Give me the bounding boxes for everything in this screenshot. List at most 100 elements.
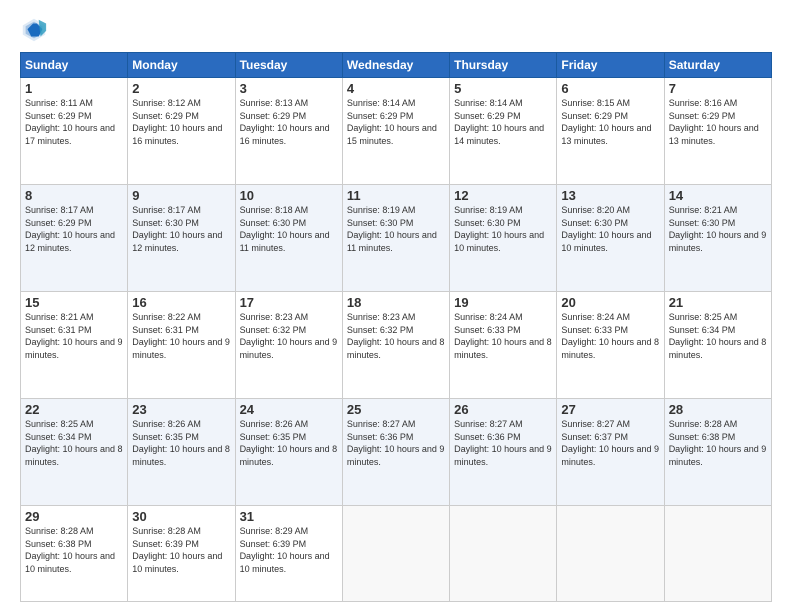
calendar-cell: 4Sunrise: 8:14 AMSunset: 6:29 PMDaylight… (342, 78, 449, 185)
weekday-header-thursday: Thursday (450, 53, 557, 78)
calendar-cell: 5Sunrise: 8:14 AMSunset: 6:29 PMDaylight… (450, 78, 557, 185)
weekday-header-tuesday: Tuesday (235, 53, 342, 78)
calendar-cell: 23Sunrise: 8:26 AMSunset: 6:35 PMDayligh… (128, 399, 235, 506)
day-number: 31 (240, 509, 338, 524)
day-number: 28 (669, 402, 767, 417)
day-number: 24 (240, 402, 338, 417)
day-info: Sunrise: 8:13 AMSunset: 6:29 PMDaylight:… (240, 97, 338, 147)
day-info: Sunrise: 8:23 AMSunset: 6:32 PMDaylight:… (347, 311, 445, 361)
calendar-cell: 18Sunrise: 8:23 AMSunset: 6:32 PMDayligh… (342, 292, 449, 399)
day-info: Sunrise: 8:22 AMSunset: 6:31 PMDaylight:… (132, 311, 230, 361)
week-row-3: 15Sunrise: 8:21 AMSunset: 6:31 PMDayligh… (21, 292, 772, 399)
day-info: Sunrise: 8:26 AMSunset: 6:35 PMDaylight:… (240, 418, 338, 468)
day-number: 25 (347, 402, 445, 417)
day-number: 13 (561, 188, 659, 203)
calendar-cell: 2Sunrise: 8:12 AMSunset: 6:29 PMDaylight… (128, 78, 235, 185)
day-number: 5 (454, 81, 552, 96)
calendar-cell: 10Sunrise: 8:18 AMSunset: 6:30 PMDayligh… (235, 185, 342, 292)
day-info: Sunrise: 8:17 AMSunset: 6:30 PMDaylight:… (132, 204, 230, 254)
calendar-table: SundayMondayTuesdayWednesdayThursdayFrid… (20, 52, 772, 602)
day-number: 23 (132, 402, 230, 417)
calendar-cell: 12Sunrise: 8:19 AMSunset: 6:30 PMDayligh… (450, 185, 557, 292)
day-info: Sunrise: 8:27 AMSunset: 6:37 PMDaylight:… (561, 418, 659, 468)
calendar-cell: 21Sunrise: 8:25 AMSunset: 6:34 PMDayligh… (664, 292, 771, 399)
header (20, 16, 772, 44)
day-info: Sunrise: 8:15 AMSunset: 6:29 PMDaylight:… (561, 97, 659, 147)
day-number: 10 (240, 188, 338, 203)
day-info: Sunrise: 8:25 AMSunset: 6:34 PMDaylight:… (25, 418, 123, 468)
calendar-cell: 11Sunrise: 8:19 AMSunset: 6:30 PMDayligh… (342, 185, 449, 292)
day-info: Sunrise: 8:24 AMSunset: 6:33 PMDaylight:… (561, 311, 659, 361)
day-info: Sunrise: 8:24 AMSunset: 6:33 PMDaylight:… (454, 311, 552, 361)
calendar-cell: 7Sunrise: 8:16 AMSunset: 6:29 PMDaylight… (664, 78, 771, 185)
calendar-cell (557, 506, 664, 602)
logo (20, 16, 52, 44)
day-info: Sunrise: 8:17 AMSunset: 6:29 PMDaylight:… (25, 204, 123, 254)
day-info: Sunrise: 8:12 AMSunset: 6:29 PMDaylight:… (132, 97, 230, 147)
day-info: Sunrise: 8:25 AMSunset: 6:34 PMDaylight:… (669, 311, 767, 361)
day-number: 17 (240, 295, 338, 310)
day-number: 29 (25, 509, 123, 524)
calendar-cell: 30Sunrise: 8:28 AMSunset: 6:39 PMDayligh… (128, 506, 235, 602)
calendar-cell: 13Sunrise: 8:20 AMSunset: 6:30 PMDayligh… (557, 185, 664, 292)
day-info: Sunrise: 8:16 AMSunset: 6:29 PMDaylight:… (669, 97, 767, 147)
day-info: Sunrise: 8:21 AMSunset: 6:30 PMDaylight:… (669, 204, 767, 254)
day-number: 22 (25, 402, 123, 417)
day-number: 26 (454, 402, 552, 417)
day-number: 9 (132, 188, 230, 203)
calendar-cell: 28Sunrise: 8:28 AMSunset: 6:38 PMDayligh… (664, 399, 771, 506)
calendar-cell: 27Sunrise: 8:27 AMSunset: 6:37 PMDayligh… (557, 399, 664, 506)
weekday-header-monday: Monday (128, 53, 235, 78)
day-info: Sunrise: 8:27 AMSunset: 6:36 PMDaylight:… (454, 418, 552, 468)
day-number: 7 (669, 81, 767, 96)
day-number: 3 (240, 81, 338, 96)
calendar-cell (342, 506, 449, 602)
day-info: Sunrise: 8:28 AMSunset: 6:38 PMDaylight:… (25, 525, 123, 575)
day-info: Sunrise: 8:27 AMSunset: 6:36 PMDaylight:… (347, 418, 445, 468)
day-number: 19 (454, 295, 552, 310)
day-number: 11 (347, 188, 445, 203)
logo-icon (20, 16, 48, 44)
week-row-2: 8Sunrise: 8:17 AMSunset: 6:29 PMDaylight… (21, 185, 772, 292)
day-number: 16 (132, 295, 230, 310)
day-number: 1 (25, 81, 123, 96)
page: SundayMondayTuesdayWednesdayThursdayFrid… (0, 0, 792, 612)
calendar-cell: 26Sunrise: 8:27 AMSunset: 6:36 PMDayligh… (450, 399, 557, 506)
calendar-cell: 14Sunrise: 8:21 AMSunset: 6:30 PMDayligh… (664, 185, 771, 292)
weekday-header-wednesday: Wednesday (342, 53, 449, 78)
calendar-cell: 24Sunrise: 8:26 AMSunset: 6:35 PMDayligh… (235, 399, 342, 506)
day-info: Sunrise: 8:11 AMSunset: 6:29 PMDaylight:… (25, 97, 123, 147)
calendar-cell: 6Sunrise: 8:15 AMSunset: 6:29 PMDaylight… (557, 78, 664, 185)
calendar-cell: 20Sunrise: 8:24 AMSunset: 6:33 PMDayligh… (557, 292, 664, 399)
day-info: Sunrise: 8:21 AMSunset: 6:31 PMDaylight:… (25, 311, 123, 361)
calendar-cell: 17Sunrise: 8:23 AMSunset: 6:32 PMDayligh… (235, 292, 342, 399)
calendar-cell: 29Sunrise: 8:28 AMSunset: 6:38 PMDayligh… (21, 506, 128, 602)
day-number: 12 (454, 188, 552, 203)
weekday-header-row: SundayMondayTuesdayWednesdayThursdayFrid… (21, 53, 772, 78)
day-number: 20 (561, 295, 659, 310)
week-row-1: 1Sunrise: 8:11 AMSunset: 6:29 PMDaylight… (21, 78, 772, 185)
day-number: 14 (669, 188, 767, 203)
day-number: 27 (561, 402, 659, 417)
calendar-cell: 16Sunrise: 8:22 AMSunset: 6:31 PMDayligh… (128, 292, 235, 399)
day-info: Sunrise: 8:29 AMSunset: 6:39 PMDaylight:… (240, 525, 338, 575)
calendar-cell: 22Sunrise: 8:25 AMSunset: 6:34 PMDayligh… (21, 399, 128, 506)
day-number: 4 (347, 81, 445, 96)
calendar-cell: 15Sunrise: 8:21 AMSunset: 6:31 PMDayligh… (21, 292, 128, 399)
day-number: 2 (132, 81, 230, 96)
day-info: Sunrise: 8:14 AMSunset: 6:29 PMDaylight:… (454, 97, 552, 147)
week-row-4: 22Sunrise: 8:25 AMSunset: 6:34 PMDayligh… (21, 399, 772, 506)
day-number: 6 (561, 81, 659, 96)
day-info: Sunrise: 8:19 AMSunset: 6:30 PMDaylight:… (454, 204, 552, 254)
calendar-cell (664, 506, 771, 602)
day-number: 15 (25, 295, 123, 310)
day-info: Sunrise: 8:20 AMSunset: 6:30 PMDaylight:… (561, 204, 659, 254)
day-info: Sunrise: 8:28 AMSunset: 6:38 PMDaylight:… (669, 418, 767, 468)
day-info: Sunrise: 8:26 AMSunset: 6:35 PMDaylight:… (132, 418, 230, 468)
day-number: 30 (132, 509, 230, 524)
day-info: Sunrise: 8:18 AMSunset: 6:30 PMDaylight:… (240, 204, 338, 254)
day-number: 8 (25, 188, 123, 203)
weekday-header-saturday: Saturday (664, 53, 771, 78)
day-info: Sunrise: 8:23 AMSunset: 6:32 PMDaylight:… (240, 311, 338, 361)
calendar-cell: 1Sunrise: 8:11 AMSunset: 6:29 PMDaylight… (21, 78, 128, 185)
